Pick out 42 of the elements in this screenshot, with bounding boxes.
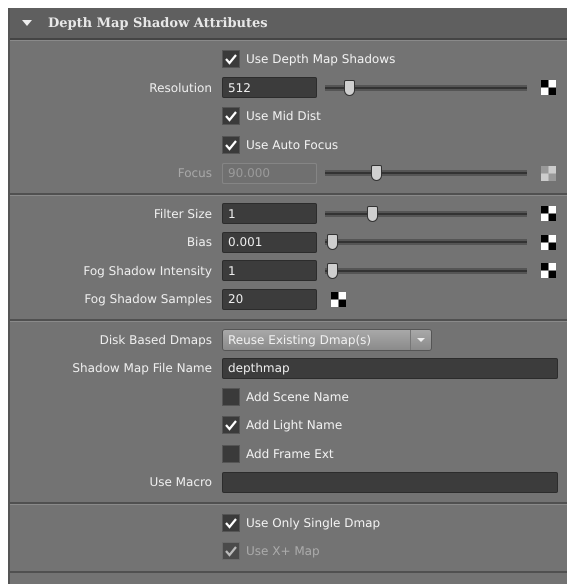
slider-thumb[interactable] [367, 206, 378, 222]
checkbox-label: Use Depth Map Shadows [246, 52, 396, 66]
collapse-triangle-icon[interactable] [22, 19, 32, 27]
field-label: Bias [186, 235, 213, 250]
checkbox-label: Add Frame Ext [246, 446, 334, 461]
map-button-icon[interactable] [541, 80, 556, 96]
map-button-icon[interactable] [541, 263, 556, 278]
field-label: Fog Shadow Intensity [82, 264, 213, 278]
checkbox[interactable] [222, 514, 240, 532]
checkbox[interactable] [222, 444, 240, 463]
text-field[interactable] [222, 472, 558, 493]
checkbox-label: Use Mid Dist [246, 109, 321, 124]
checkbox-label: Use X+ Map [246, 544, 320, 558]
checkbox[interactable] [222, 50, 240, 68]
map-button-icon[interactable] [541, 206, 556, 222]
number-field[interactable]: 1 [222, 203, 317, 224]
number-field[interactable]: 1 [222, 260, 317, 282]
checkbox-label: Add Scene Name [246, 390, 349, 404]
field-label: Fog Shadow Samples [83, 292, 213, 306]
checkbox-label: Add Light Name [246, 418, 342, 432]
checkbox-label: Use Only Single Dmap [246, 516, 380, 530]
field-label: Use Macro [148, 475, 213, 490]
checkbox[interactable] [222, 388, 240, 406]
map-button-icon[interactable] [541, 234, 556, 250]
checkbox[interactable] [222, 107, 240, 126]
section-header[interactable]: Depth Map Shadow Attributes [10, 8, 567, 40]
field-label: Filter Size [152, 206, 213, 221]
checkbox-label: Use Auto Focus [246, 138, 338, 152]
field-label: Disk Based Dmaps [98, 332, 213, 347]
checkbox[interactable] [222, 136, 240, 154]
text-field[interactable]: depthmap [222, 358, 558, 379]
slider-thumb[interactable] [326, 234, 338, 250]
slider-thumb[interactable] [326, 262, 338, 279]
field-label: Resolution [148, 80, 213, 95]
number-field[interactable]: 512 [222, 77, 317, 98]
slider-thumb[interactable] [344, 80, 356, 96]
map-button-icon[interactable] [331, 292, 346, 307]
number-field[interactable]: 0.001 [222, 232, 317, 253]
field-label: Shadow Map File Name [71, 361, 213, 376]
checkbox[interactable] [222, 416, 240, 434]
section-title: Depth Map Shadow Attributes [48, 16, 268, 30]
number-field[interactable]: 20 [222, 288, 317, 310]
